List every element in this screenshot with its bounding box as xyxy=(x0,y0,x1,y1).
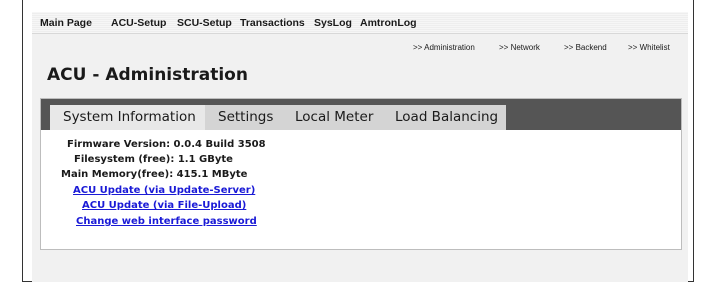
firmware-version: Firmware Version: 0.0.4 Build 3508 xyxy=(67,139,266,150)
subnav-backend[interactable]: >> Backend xyxy=(564,43,607,52)
tab-label: Local Meter xyxy=(295,109,374,125)
change-password-link[interactable]: Change web interface password xyxy=(76,216,257,227)
filesystem-free: Filesystem (free): 1.1 GByte xyxy=(74,154,233,165)
nav-scu-setup[interactable]: SCU-Setup xyxy=(177,17,232,29)
acu-update-server-link[interactable]: ACU Update (via Update-Server) xyxy=(73,185,255,196)
subnav-whitelist[interactable]: >> Whitelist xyxy=(628,43,670,52)
nav-transactions[interactable]: Transactions xyxy=(240,17,305,29)
content-panel: System Information Settings Local Meter … xyxy=(40,98,682,250)
page-title: ACU - Administration xyxy=(47,65,248,85)
tab-label: Load Balancing xyxy=(395,109,499,125)
tab-load-balancing[interactable]: Load Balancing xyxy=(385,105,506,130)
browser-frame: Main Page ACU-Setup SCU-Setup Transactio… xyxy=(22,0,694,282)
nav-acu-setup[interactable]: ACU-Setup xyxy=(111,17,166,29)
tab-bar: System Information Settings Local Meter … xyxy=(41,99,681,130)
tab-label: Settings xyxy=(218,109,274,125)
top-navigation: Main Page ACU-Setup SCU-Setup Transactio… xyxy=(32,12,688,34)
nav-main-page[interactable]: Main Page xyxy=(40,17,92,29)
subnav-administration[interactable]: >> Administration xyxy=(413,43,475,52)
main-memory-free: Main Memory(free): 415.1 MByte xyxy=(61,169,248,180)
tab-system-information[interactable]: System Information xyxy=(50,105,205,130)
tab-settings[interactable]: Settings xyxy=(205,105,285,130)
page-container: Main Page ACU-Setup SCU-Setup Transactio… xyxy=(32,12,688,282)
acu-update-file-link[interactable]: ACU Update (via File-Upload) xyxy=(82,200,246,211)
nav-amtronlog[interactable]: AmtronLog xyxy=(360,17,417,29)
nav-syslog[interactable]: SysLog xyxy=(314,17,352,29)
subnav-network[interactable]: >> Network xyxy=(499,43,540,52)
tab-label: System Information xyxy=(63,109,196,125)
tab-underline xyxy=(41,130,681,132)
tab-local-meter[interactable]: Local Meter xyxy=(285,105,385,130)
